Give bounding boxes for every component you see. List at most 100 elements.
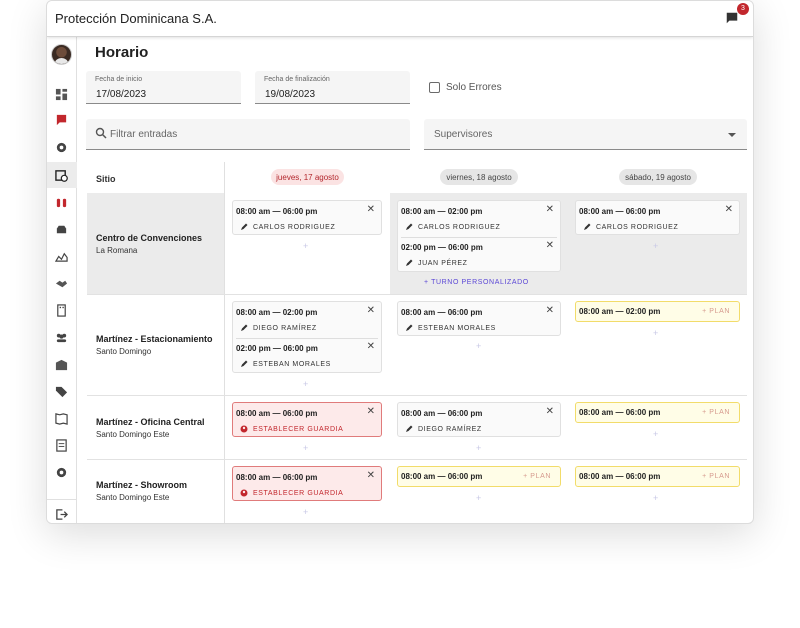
add-shift-button[interactable]: +	[303, 379, 308, 389]
shift-card-r3c1[interactable]: 08:00 am — 06:00 pm + PLAN	[397, 466, 561, 487]
pencil-icon	[406, 259, 413, 266]
pencil-icon	[584, 223, 591, 230]
end-date-label: Fecha de finalización	[264, 76, 330, 83]
handshake-icon[interactable]	[54, 276, 68, 290]
close-icon[interactable]: ✕	[546, 241, 554, 251]
errors-only-label: Solo Errores	[446, 82, 502, 93]
shift-time: 08:00 am — 06:00 pm	[401, 472, 483, 481]
car-shield-icon[interactable]	[54, 222, 68, 236]
report-icon[interactable]	[54, 438, 68, 452]
building-icon[interactable]	[54, 303, 68, 317]
binoculars-icon[interactable]	[54, 195, 68, 209]
site-city-1: Santo Domingo	[96, 347, 152, 356]
guard-name: JUAN PÉREZ	[418, 259, 468, 267]
shift-time: 08:00 am — 06:00 pm	[236, 207, 318, 216]
avatar[interactable]	[51, 44, 72, 65]
notifications-button[interactable]: 3	[725, 2, 749, 27]
badge-icon[interactable]	[54, 140, 68, 154]
logout-icon[interactable]	[54, 507, 68, 521]
app-window: Protección Dominicana S.A. 3 Horario Fec…	[46, 0, 754, 524]
calendar-clock-icon[interactable]	[54, 168, 68, 182]
add-shift-button[interactable]: +	[476, 443, 481, 453]
shift-card-r2c2[interactable]: 08:00 am — 06:00 pm + PLAN	[575, 402, 740, 423]
shift-card-r0c2[interactable]: 08:00 am — 06:00 pm ✕ CARLOS RODRIGUEZ	[575, 200, 740, 235]
close-icon[interactable]: ✕	[367, 407, 375, 417]
close-icon[interactable]: ✕	[367, 205, 375, 215]
guard-name: CARLOS RODRIGUEZ	[596, 223, 679, 231]
custom-shift-button[interactable]: + TURNO PERSONALIZADO	[424, 279, 529, 286]
close-icon[interactable]: ✕	[546, 306, 554, 316]
shift-entry: 08:00 am — 02:00 pm ✕ DIEGO RAMÍREZ	[233, 302, 381, 339]
day-header-2: sábado, 19 agosto	[619, 169, 697, 185]
guard-shield-icon	[240, 489, 248, 497]
map-icon[interactable]	[54, 411, 68, 425]
add-shift-button[interactable]: +	[476, 493, 481, 503]
assign-guard-label: ESTABLECER GUARDIA	[253, 489, 344, 497]
plan-button[interactable]: + PLAN	[702, 308, 730, 315]
flag-alert-icon[interactable]	[54, 113, 68, 127]
day-header-1: viernes, 18 agosto	[440, 169, 518, 185]
column-divider	[224, 162, 225, 523]
row-divider-3	[87, 459, 747, 460]
guard-assignment: ESTEBAN MORALES	[240, 360, 331, 368]
shift-card-r0c0[interactable]: 08:00 am — 06:00 pm ✕ CARLOS RODRIGUEZ	[232, 200, 382, 235]
end-date-field[interactable]: Fecha de finalización 19/08/2023	[255, 71, 410, 104]
plan-button[interactable]: + PLAN	[702, 409, 730, 416]
shift-time: 08:00 am — 02:00 pm	[579, 307, 661, 316]
add-shift-button[interactable]: +	[303, 507, 308, 517]
search-input[interactable]: Filtrar entradas	[86, 119, 410, 150]
pencil-icon	[406, 223, 413, 230]
add-shift-button[interactable]: +	[653, 241, 658, 251]
pencil-icon	[241, 223, 248, 230]
settings-icon[interactable]	[54, 465, 68, 479]
app-title: Protección Dominicana S.A.	[55, 11, 217, 26]
close-icon[interactable]: ✕	[367, 471, 375, 481]
add-shift-button[interactable]: +	[653, 328, 658, 338]
shift-entry: 02:00 pm — 06:00 pm ✕ JUAN PÉREZ	[398, 237, 560, 274]
chart-area-icon[interactable]	[54, 249, 68, 263]
site-city-2: Santo Domingo Este	[96, 430, 170, 439]
site-name-3: Martínez - Showroom	[96, 480, 188, 490]
start-date-field[interactable]: Fecha de inicio 17/08/2023	[86, 71, 241, 104]
guard-assignment: DIEGO RAMÍREZ	[240, 324, 317, 332]
plan-button[interactable]: + PLAN	[702, 473, 730, 480]
row-divider-4	[87, 523, 747, 524]
shift-card-r0c1[interactable]: 08:00 am — 02:00 pm ✕ CARLOS RODRIGUEZ 0…	[397, 200, 561, 272]
dashboard-icon[interactable]	[54, 87, 68, 101]
shift-card-r3c2[interactable]: 08:00 am — 06:00 pm + PLAN	[575, 466, 740, 487]
team-icon[interactable]	[54, 330, 68, 344]
guard-assignment: CARLOS RODRIGUEZ	[583, 223, 678, 231]
close-icon[interactable]: ✕	[367, 306, 375, 316]
shift-card-r3c0[interactable]: 08:00 am — 06:00 pm ✕ ESTABLECER GUARDIA	[232, 466, 382, 501]
close-icon[interactable]: ✕	[546, 407, 554, 417]
close-icon[interactable]: ✕	[367, 342, 375, 352]
supervisors-select[interactable]: Supervisores	[424, 119, 747, 150]
warehouse-icon[interactable]	[54, 357, 68, 371]
shift-card-r1c2[interactable]: 08:00 am — 02:00 pm + PLAN	[575, 301, 740, 322]
assign-guard-button[interactable]: ESTABLECER GUARDIA	[240, 489, 343, 497]
shift-time: 08:00 am — 06:00 pm	[236, 473, 318, 482]
guard-assignment: ESTEBAN MORALES	[405, 324, 496, 332]
assign-guard-button[interactable]: ESTABLECER GUARDIA	[240, 425, 343, 433]
tags-icon[interactable]	[54, 384, 68, 398]
shift-card-r2c0[interactable]: 08:00 am — 06:00 pm ✕ ESTABLECER GUARDIA	[232, 402, 382, 437]
row-divider-1	[87, 294, 747, 295]
supervisors-placeholder: Supervisores	[434, 129, 493, 140]
page-title: Horario	[95, 44, 149, 61]
add-shift-button[interactable]: +	[303, 443, 308, 453]
top-bar: Protección Dominicana S.A. 3	[47, 1, 753, 37]
shift-card-r2c1[interactable]: 08:00 am — 06:00 pm ✕ DIEGO RAMÍREZ	[397, 402, 561, 437]
shift-card-r1c1[interactable]: 08:00 am — 06:00 pm ✕ ESTEBAN MORALES	[397, 301, 561, 336]
add-shift-button[interactable]: +	[653, 429, 658, 439]
add-shift-button[interactable]: +	[303, 241, 308, 251]
close-icon[interactable]: ✕	[546, 205, 554, 215]
add-shift-button[interactable]: +	[653, 493, 658, 503]
guard-name: CARLOS RODRIGUEZ	[253, 223, 336, 231]
plan-button[interactable]: + PLAN	[523, 473, 551, 480]
add-shift-button[interactable]: +	[476, 341, 481, 351]
main-content: Horario Fecha de inicio 17/08/2023 Fecha…	[78, 37, 753, 523]
chat-icon	[726, 12, 738, 23]
close-icon[interactable]: ✕	[725, 205, 733, 215]
errors-only-checkbox[interactable]	[429, 82, 440, 93]
shift-card-r1c0[interactable]: 08:00 am — 02:00 pm ✕ DIEGO RAMÍREZ 02:0…	[232, 301, 382, 373]
